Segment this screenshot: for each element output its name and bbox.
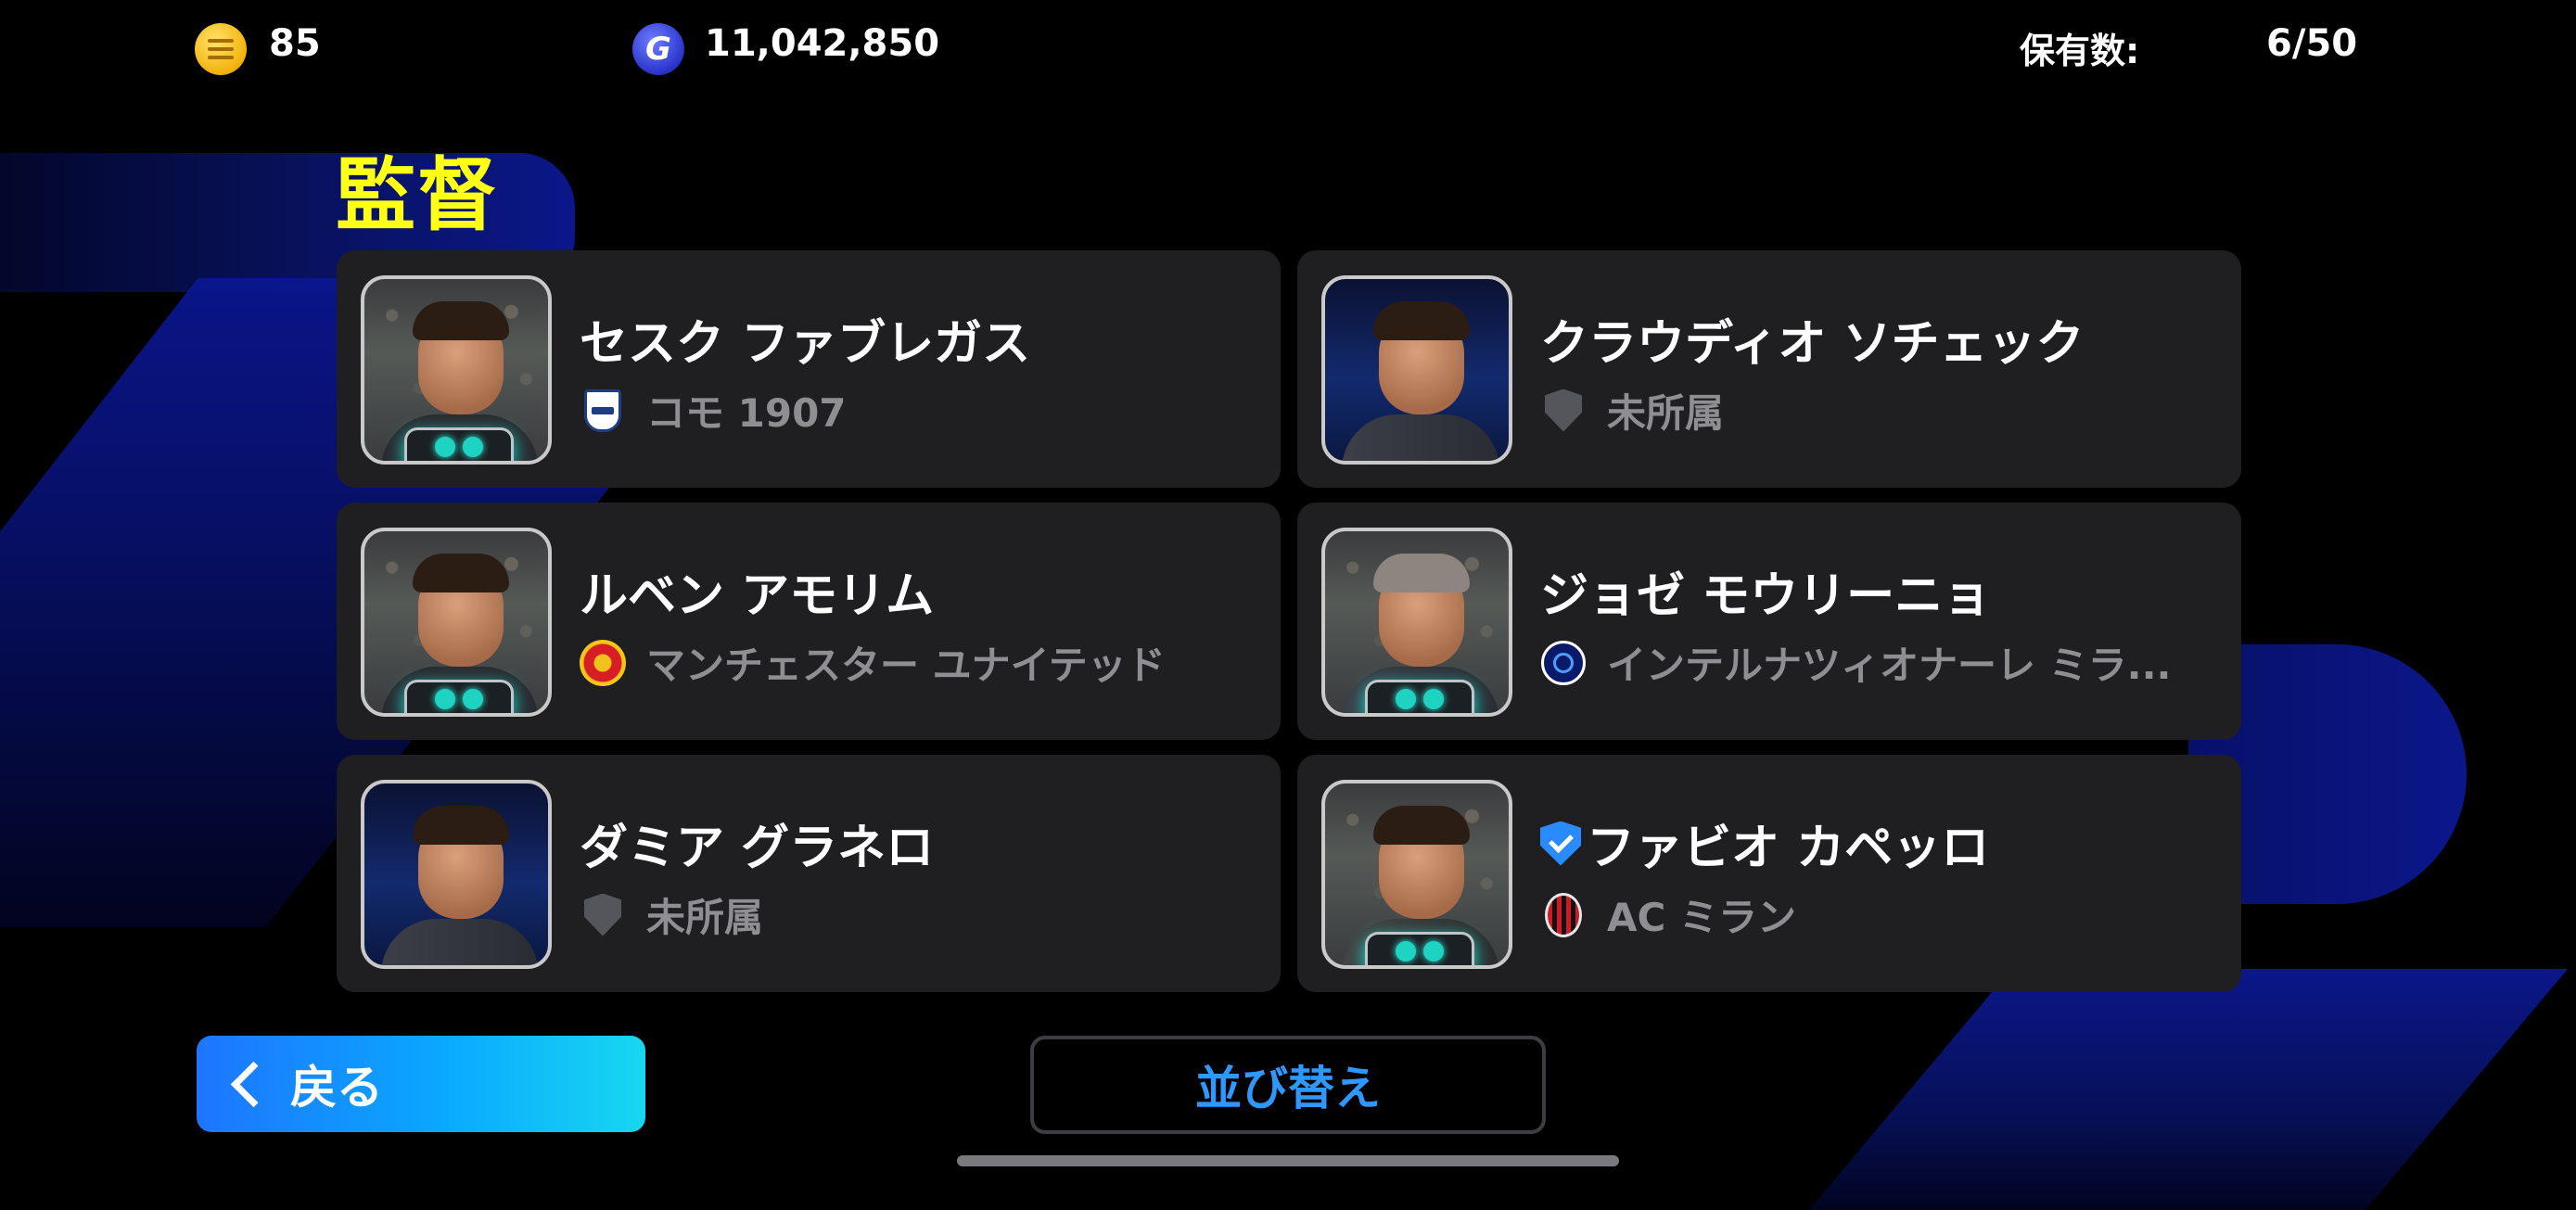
club-row: 未所属 bbox=[580, 886, 763, 943]
manager-name: ジョゼ モウリーニョ bbox=[1540, 568, 1992, 624]
manager-portrait bbox=[1321, 780, 1512, 969]
coin-icon bbox=[195, 23, 247, 75]
club-name: コモ 1907 bbox=[646, 390, 847, 436]
club-row: マンチェスター ユナイテッド bbox=[580, 634, 1166, 691]
club-name: 未所属 bbox=[1607, 390, 1725, 436]
bg-stripe bbox=[1808, 969, 2569, 1210]
manager-portrait bbox=[361, 780, 552, 969]
coin-count: 85 bbox=[269, 22, 321, 65]
manager-name: ルベン アモリム bbox=[580, 568, 935, 624]
club-name: AC ミラン bbox=[1607, 895, 1796, 940]
inter-crest-icon bbox=[1540, 640, 1587, 686]
manager-badge-icon bbox=[1365, 932, 1474, 965]
manager-portrait bbox=[361, 528, 552, 717]
no-club-shield-icon bbox=[580, 892, 626, 938]
gp-icon: G bbox=[632, 23, 684, 75]
manager-portrait bbox=[361, 275, 552, 465]
manager-badge-icon bbox=[1365, 680, 1474, 713]
manager-portrait bbox=[1321, 275, 1512, 465]
manager-name: ファビオ カペッロ bbox=[1540, 809, 1989, 878]
club-row: インテルナツィオナーレ ミラ... bbox=[1540, 634, 2172, 691]
club-name: マンチェスター ユナイテッド bbox=[646, 643, 1166, 688]
home-indicator[interactable] bbox=[957, 1155, 1619, 1166]
manager-card[interactable]: セスク ファブレガス コモ 1907 bbox=[337, 250, 1281, 488]
page-title: 監督 bbox=[336, 149, 499, 242]
club-row: コモ 1907 bbox=[580, 382, 847, 439]
sort-button-label: 並び替え bbox=[1195, 1062, 1381, 1115]
manager-card[interactable]: ダミア グラネロ 未所属 bbox=[337, 755, 1281, 992]
gp-count: 11,042,850 bbox=[705, 22, 940, 65]
manager-grid: セスク ファブレガス コモ 1907 クラウディオ ソチェック 未所属 ルベン … bbox=[337, 250, 2241, 992]
club-row: 未所属 bbox=[1540, 382, 1724, 439]
manager-name: セスク ファブレガス bbox=[580, 316, 1031, 372]
manager-name: クラウディオ ソチェック bbox=[1540, 316, 2085, 372]
manager-portrait bbox=[1321, 528, 1512, 717]
manager-card[interactable]: ファビオ カペッロ AC ミラン bbox=[1297, 755, 2241, 992]
verified-check-icon bbox=[1540, 821, 1581, 866]
back-button-label: 戻る bbox=[290, 1061, 383, 1114]
manager-badge-icon bbox=[404, 680, 514, 713]
manager-name: ダミア グラネロ bbox=[580, 821, 935, 876]
chevron-left-icon bbox=[230, 1061, 277, 1107]
back-button[interactable]: 戻る bbox=[197, 1036, 645, 1132]
manager-badge-icon bbox=[404, 427, 514, 461]
owned-label: 保有数: bbox=[2020, 31, 2140, 71]
manager-card[interactable]: ルベン アモリム マンチェスター ユナイテッド bbox=[337, 503, 1281, 740]
owned-count: 6/50 bbox=[2266, 22, 2358, 65]
club-name: インテルナツィオナーレ ミラ... bbox=[1607, 643, 2172, 688]
manager-card[interactable]: クラウディオ ソチェック 未所属 bbox=[1297, 250, 2241, 488]
como-crest-icon bbox=[580, 388, 626, 434]
manager-card[interactable]: ジョゼ モウリーニョ インテルナツィオナーレ ミラ... bbox=[1297, 503, 2241, 740]
no-club-shield-icon bbox=[1540, 388, 1587, 434]
top-status-bar: 85 G 11,042,850 保有数: 6/50 bbox=[0, 0, 2576, 97]
sort-button[interactable]: 並び替え bbox=[1030, 1036, 1546, 1134]
club-name: 未所属 bbox=[646, 895, 764, 940]
man-utd-crest-icon bbox=[580, 639, 626, 686]
ac-milan-crest-icon bbox=[1540, 892, 1587, 938]
club-row: AC ミラン bbox=[1540, 886, 1796, 943]
